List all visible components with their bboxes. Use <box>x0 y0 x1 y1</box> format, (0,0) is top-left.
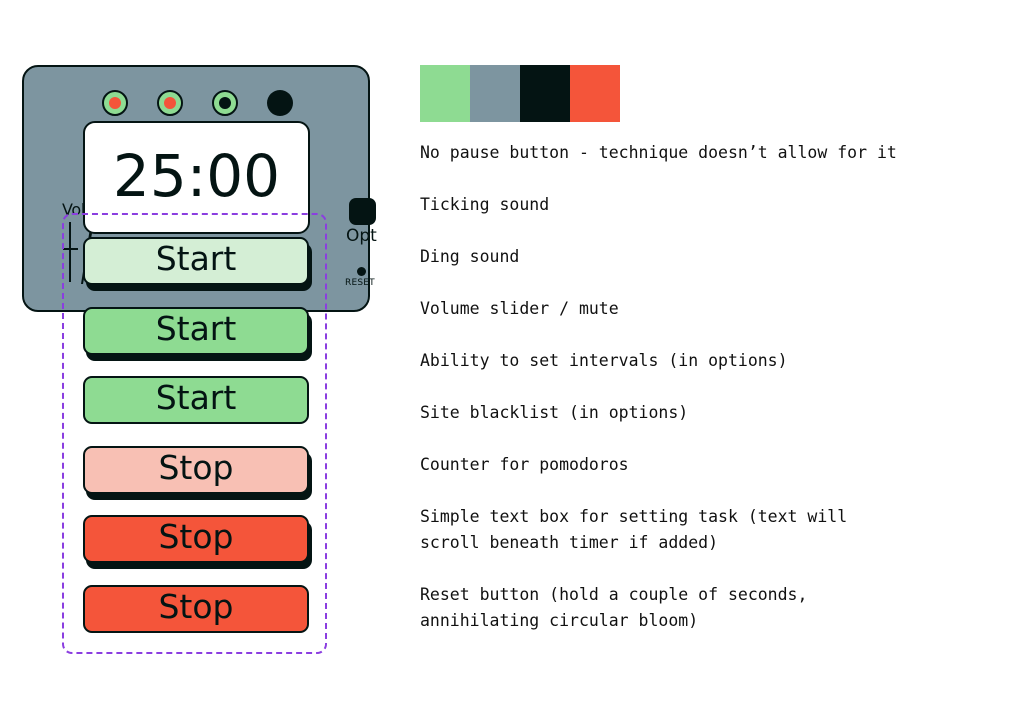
color-palette <box>420 65 620 122</box>
button-label: Start <box>155 309 237 348</box>
feature-note: Site blacklist (in options) <box>420 403 689 422</box>
button-label: Stop <box>158 517 234 556</box>
palette-swatch-near-black <box>520 65 570 122</box>
feature-note: Ticking sound <box>420 195 550 214</box>
button-label: Stop <box>158 448 234 487</box>
feature-note: Ability to set intervals (in options) <box>420 351 788 370</box>
stop-button-pressed[interactable]: Stop <box>83 585 309 633</box>
stop-button-hover[interactable]: Stop <box>83 446 309 494</box>
palette-swatch-red-orange <box>570 65 620 122</box>
device-mockup-area: Vol Opt RESET 25:00 Start Start Start Stop S… <box>0 0 410 722</box>
button-label: Start <box>155 378 237 417</box>
stop-button-normal[interactable]: Stop <box>83 515 309 563</box>
feature-note: Ding sound <box>420 247 520 266</box>
start-button-normal[interactable]: Start <box>83 307 309 355</box>
button-state-stack: Start Start Start Stop Stop Stop <box>0 0 410 722</box>
palette-swatch-slate <box>470 65 520 122</box>
feature-note: Counter for pomodoros <box>420 455 629 474</box>
feature-note: Reset button (hold a couple of seconds, … <box>420 585 808 630</box>
button-label: Start <box>155 239 237 278</box>
feature-note: Simple text box for setting task (text w… <box>420 507 848 552</box>
feature-note: No pause button - technique doesn’t allo… <box>420 143 897 162</box>
start-button-hover[interactable]: Start <box>83 237 309 285</box>
button-label: Stop <box>158 587 234 626</box>
palette-swatch-green <box>420 65 470 122</box>
feature-note: Volume slider / mute <box>420 299 619 318</box>
feature-notes-list: No pause button - technique doesn’t allo… <box>420 140 1010 660</box>
start-button-pressed[interactable]: Start <box>83 376 309 424</box>
